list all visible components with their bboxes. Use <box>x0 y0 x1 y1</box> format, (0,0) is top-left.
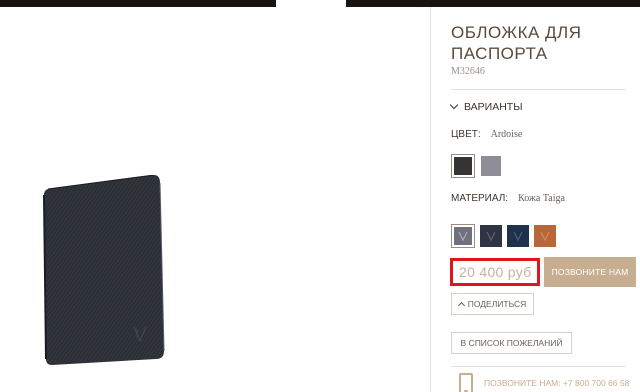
product-title: ОБЛОЖКА ДЛЯ ПАСПОРТА <box>451 23 582 63</box>
call-us-button[interactable]: ПОЗВОНИТЕ НАМ <box>544 257 636 287</box>
wishlist-button[interactable]: В СПИСОК ПОЖЕЛАНИЙ <box>451 332 572 354</box>
divider <box>451 366 626 367</box>
color-label: ЦВЕТ: <box>451 129 481 140</box>
divider <box>451 89 626 90</box>
product-details-panel: ОБЛОЖКА ДЛЯ ПАСПОРТА M32646 ВАРИАНТЫ ЦВЕ… <box>431 7 640 392</box>
color-value: Ardoise <box>490 129 523 140</box>
chevron-up-icon <box>457 301 465 310</box>
material-row: МАТЕРИАЛ: Кожа Taiga <box>451 193 565 204</box>
material-value: Кожа Taiga <box>518 193 565 204</box>
monogram-icon <box>458 231 468 242</box>
active-tab-indicator <box>276 0 346 7</box>
product-image <box>43 175 165 365</box>
share-button[interactable]: ПОДЕЛИТЬСЯ <box>451 293 534 315</box>
product-image-area <box>0 7 430 392</box>
product-price: 20 400 руб <box>459 264 532 280</box>
price-highlight: 20 400 руб <box>450 258 540 286</box>
material-swatch-2[interactable] <box>480 225 502 247</box>
material-label: МАТЕРИАЛ: <box>451 193 509 204</box>
variants-toggle[interactable]: ВАРИАНТЫ <box>449 100 523 113</box>
color-row: ЦВЕТ: Ardoise <box>451 129 522 140</box>
material-swatch-4[interactable] <box>534 225 556 247</box>
monogram-icon <box>513 231 523 242</box>
variants-heading: ВАРИАНТЫ <box>464 101 523 113</box>
color-swatch-ardoise[interactable] <box>451 154 475 178</box>
share-label: ПОДЕЛИТЬСЯ <box>467 299 527 309</box>
monogram-icon <box>540 231 550 242</box>
phone-icon <box>459 373 473 392</box>
material-swatch-1[interactable] <box>451 224 475 248</box>
top-navigation-bar <box>0 0 640 7</box>
color-swatch-grey[interactable] <box>481 156 501 176</box>
contact-phone-link[interactable]: ПОЗВОНИТЕ НАМ: +7 800 700 66 58 <box>484 377 634 389</box>
chevron-down-icon <box>449 100 459 110</box>
monogram-icon <box>486 231 496 242</box>
product-sku: M32646 <box>451 66 485 77</box>
material-swatch-3[interactable] <box>507 225 529 247</box>
